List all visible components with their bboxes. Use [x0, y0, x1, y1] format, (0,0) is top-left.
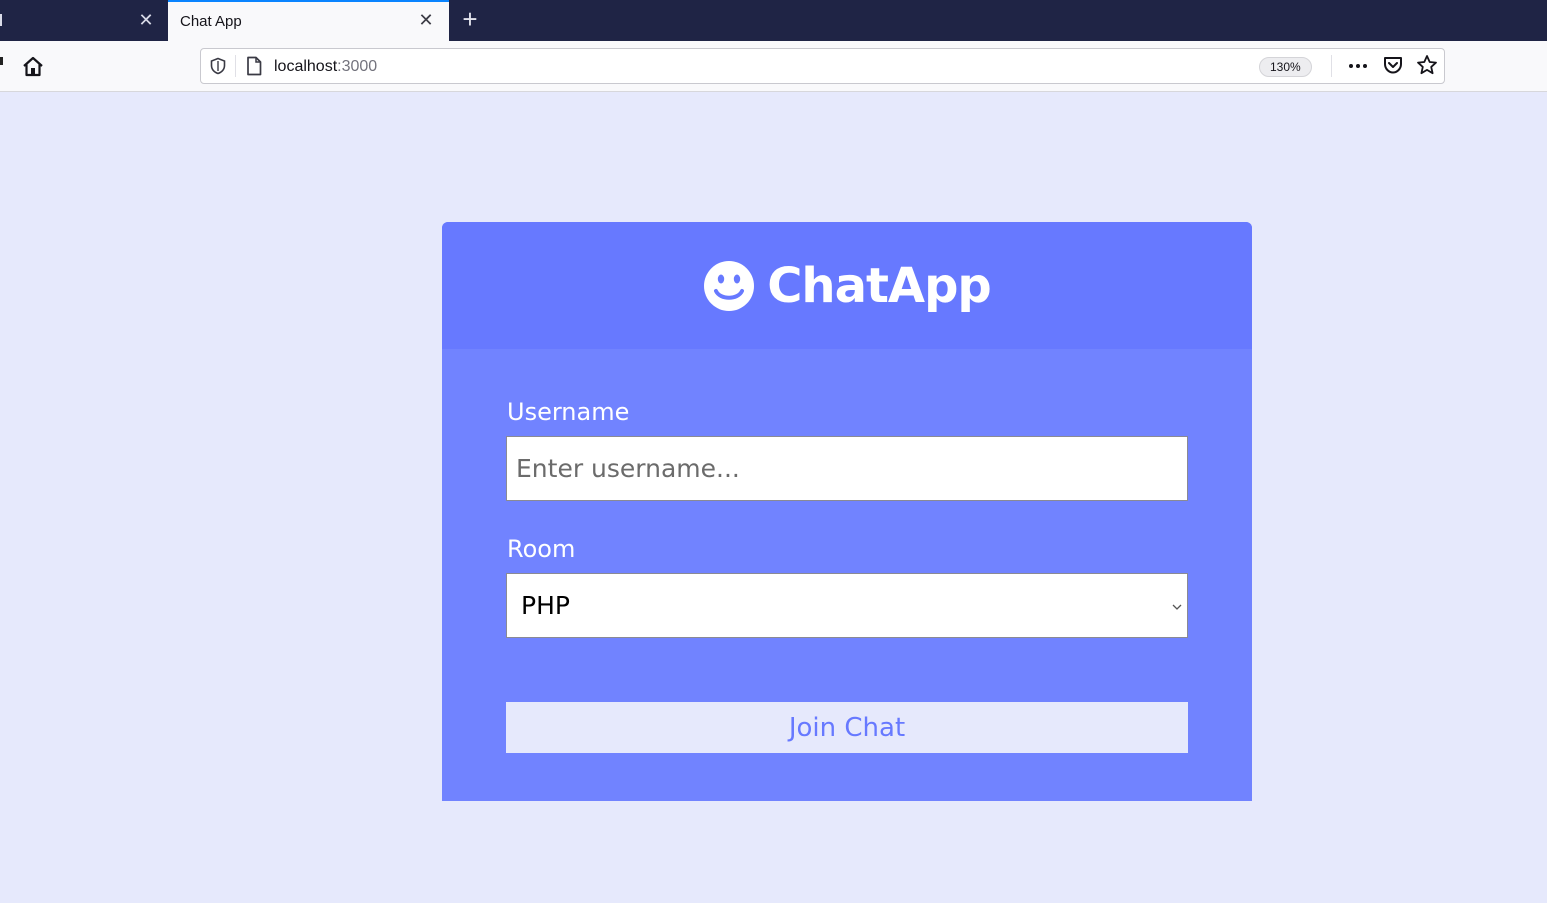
new-tab-icon[interactable]: + — [457, 6, 483, 33]
zoom-level-badge[interactable]: 130% — [1259, 57, 1312, 77]
browser-tab-previous[interactable]: : ✕ — [0, 0, 166, 41]
back-button-fragment[interactable] — [0, 57, 3, 65]
url-bar[interactable]: localhost:3000 130% — [200, 48, 1445, 84]
username-label: Username — [507, 398, 630, 426]
card-header: ChatApp — [442, 222, 1252, 349]
app-title: ChatApp — [767, 257, 992, 314]
join-chat-button[interactable]: Join Chat — [506, 702, 1188, 753]
username-input[interactable] — [506, 436, 1188, 501]
page-icon — [245, 56, 263, 76]
smile-icon — [703, 260, 755, 312]
browser-nav-bar: localhost:3000 130% — [0, 41, 1547, 92]
url-text[interactable]: localhost:3000 — [274, 58, 377, 76]
room-selected-value: PHP — [521, 591, 570, 620]
close-tab-icon[interactable]: ✕ — [136, 10, 156, 30]
tab-title: Chat App — [180, 13, 242, 30]
pocket-icon[interactable] — [1382, 54, 1404, 76]
close-tab-icon[interactable]: ✕ — [416, 10, 436, 30]
brand: ChatApp — [442, 222, 1252, 349]
url-divider — [1331, 55, 1332, 77]
join-card: ChatApp Username Room PHP Join Chat — [442, 222, 1252, 801]
room-select[interactable]: PHP — [506, 573, 1188, 638]
home-icon[interactable] — [20, 54, 46, 80]
shield-icon[interactable] — [209, 57, 227, 75]
url-port: :3000 — [337, 58, 378, 75]
chevron-down-icon — [1171, 600, 1183, 612]
browser-tab-active[interactable]: Chat App ✕ — [168, 0, 449, 41]
bookmark-star-icon[interactable] — [1416, 54, 1438, 76]
more-actions-icon[interactable] — [1346, 55, 1370, 77]
browser-tab-bar: : ✕ Chat App ✕ + — [0, 0, 1547, 41]
tab-edge-mark: : — [0, 14, 5, 26]
room-label: Room — [507, 535, 576, 563]
url-host: localhost — [274, 58, 338, 75]
url-divider — [235, 55, 236, 77]
